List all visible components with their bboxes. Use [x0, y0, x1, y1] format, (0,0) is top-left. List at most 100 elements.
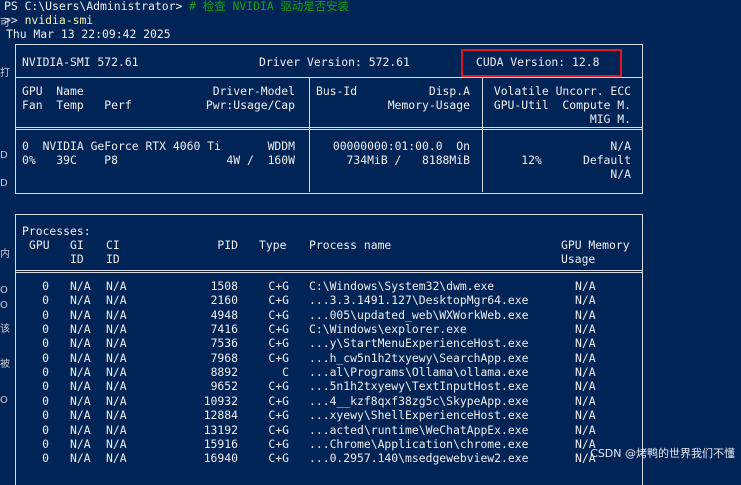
proc-ci: N/A [106, 422, 127, 437]
proc-ci: N/A [106, 322, 127, 337]
hdr-disp-a: Disp.A [428, 84, 470, 98]
proc-name: ...h_cw5n1h2txyewy\SearchApp.exe [309, 350, 529, 365]
proc-ci: N/A [106, 336, 127, 351]
proc-mem: N/A [575, 365, 596, 380]
proc-gpu: 0 [42, 408, 49, 423]
proc-mem: N/A [575, 322, 596, 337]
proc-ci: N/A [106, 436, 127, 451]
proc-name: ...y\StartMenuExperienceHost.exe [309, 336, 529, 351]
prompt-line: PS C:\Users\Administrator> # 检查 NVIDIA 驱… [4, 0, 349, 13]
proc-hdr-name: Process name [309, 238, 392, 252]
hdr-gpu-util-compute: GPU-Util Compute M. [493, 98, 631, 112]
proc-type: C+G [268, 293, 289, 308]
proc-pid: 7416 [210, 322, 238, 337]
proc-ci: N/A [106, 279, 127, 293]
proc-mem: N/A [575, 279, 596, 293]
gpu-memory: 734MiB / 8188MiB [346, 153, 470, 167]
proc-gi: N/A [70, 422, 91, 437]
proc-gi: N/A [70, 451, 91, 466]
proc-gi: N/A [70, 293, 91, 308]
proc-name: ...acted\runtime\WeChatAppEx.exe [309, 422, 529, 437]
proc-name: C:\Windows\explorer.exe [309, 322, 467, 337]
proc-mem: N/A [575, 293, 596, 308]
proc-name: ...0.2957.140\msedgewebview2.exe [309, 451, 529, 466]
hdr-driver-model: Driver-Model [212, 84, 295, 98]
proc-name: ...xyewy\ShellExperienceHost.exe [309, 408, 529, 423]
proc-pid: 1508 [210, 279, 238, 293]
col-divider-1 [309, 78, 310, 192]
proc-pid: 13192 [203, 422, 238, 437]
proc-name: ...al\Programs\Ollama\ollama.exe [309, 365, 529, 380]
proc-hdr-pid: PID [217, 238, 238, 252]
proc-gi: N/A [70, 379, 91, 394]
hdr-volatile-ecc: Volatile Uncorr. ECC [493, 84, 631, 98]
proc-mem: N/A [575, 393, 596, 408]
proc-ci: N/A [106, 365, 127, 380]
proc-gi: N/A [70, 393, 91, 408]
proc-gi: N/A [70, 279, 91, 293]
proc-type: C [282, 365, 289, 380]
gpu-ecc: N/A [610, 139, 631, 153]
side-char: 被 [0, 359, 10, 370]
proc-type: C+G [268, 307, 289, 322]
proc-hdr-ci: CI [106, 238, 120, 252]
proc-gi: N/A [70, 350, 91, 365]
proc-gpu: 0 [42, 365, 49, 380]
proc-name: ...4__kzf8qxf38zg5c\SkypeApp.exe [309, 393, 529, 408]
proc-pid: 7536 [210, 336, 238, 351]
proc-mem: N/A [575, 307, 596, 322]
gpu-id-name: 0 NVIDIA GeForce RTX 4060 Ti [22, 139, 221, 153]
proc-name: ...5n1h2txyewy\TextInputHost.exe [309, 379, 529, 394]
proc-hdr-gi: GI [70, 238, 84, 252]
proc-ci: N/A [106, 293, 127, 308]
continuation-marker: >> [4, 13, 25, 27]
proc-pid: 8892 [210, 365, 238, 380]
proc-mem: N/A [575, 422, 596, 437]
prompt-comment: # 检查 NVIDIA 驱动是否安装 [189, 0, 349, 13]
proc-mem: N/A [575, 350, 596, 365]
gpu-power: 4W / 160W [226, 153, 295, 167]
proc-type: C+G [268, 279, 289, 293]
watermark: CSDN @烤鸭的世界我们不懂 [590, 447, 735, 460]
proc-ci: N/A [106, 393, 127, 408]
proc-gi: N/A [70, 322, 91, 337]
side-char: 内 [0, 249, 10, 260]
proc-hdr-mem: GPU Memory [561, 238, 630, 252]
proc-mem: N/A [575, 336, 596, 351]
proc-gpu: 0 [42, 393, 49, 408]
proc-hdr-mem-usage: Usage [561, 252, 596, 266]
proc-gi: N/A [70, 408, 91, 423]
proc-ci: N/A [106, 408, 127, 423]
hdr-pwr-usage-cap: Pwr:Usage/Cap [205, 98, 295, 112]
proc-hdr-gpu: GPU [29, 238, 50, 252]
proc-gpu: 0 [42, 322, 49, 337]
side-char: D [0, 178, 8, 189]
proc-type: C+G [268, 436, 289, 451]
proc-type: C+G [268, 379, 289, 394]
proc-hdr-type: Type [259, 238, 287, 252]
proc-gpu: 0 [42, 336, 49, 351]
gpu-fan-temp-perf: 0% 39C P8 [22, 153, 119, 167]
proc-gpu: 0 [42, 451, 49, 466]
proc-type: C+G [268, 393, 289, 408]
cuda-highlight-box [461, 49, 622, 77]
proc-type: C+G [268, 422, 289, 437]
proc-type: C+G [268, 350, 289, 365]
prompt-text: PS C:\Users\Administrator> [4, 0, 190, 13]
proc-pid: 4948 [210, 307, 238, 322]
command-text: nvidia-smi [24, 13, 94, 27]
proc-gi: N/A [70, 307, 91, 322]
proc-gpu: 0 [42, 422, 49, 437]
side-char: O [0, 300, 8, 311]
proc-ci: N/A [106, 350, 127, 365]
rule-processes-header [15, 270, 642, 273]
proc-ci: N/A [106, 379, 127, 394]
proc-type: C+G [268, 322, 289, 337]
proc-ci: N/A [106, 451, 127, 466]
proc-name: C:\Windows\System32\dwm.exe [309, 279, 495, 293]
proc-type: C+G [268, 336, 289, 351]
proc-gpu: 0 [42, 307, 49, 322]
rule-title [15, 77, 642, 78]
proc-gpu: 0 [42, 379, 49, 394]
hdr-gpu-name: GPU Name [22, 84, 84, 98]
